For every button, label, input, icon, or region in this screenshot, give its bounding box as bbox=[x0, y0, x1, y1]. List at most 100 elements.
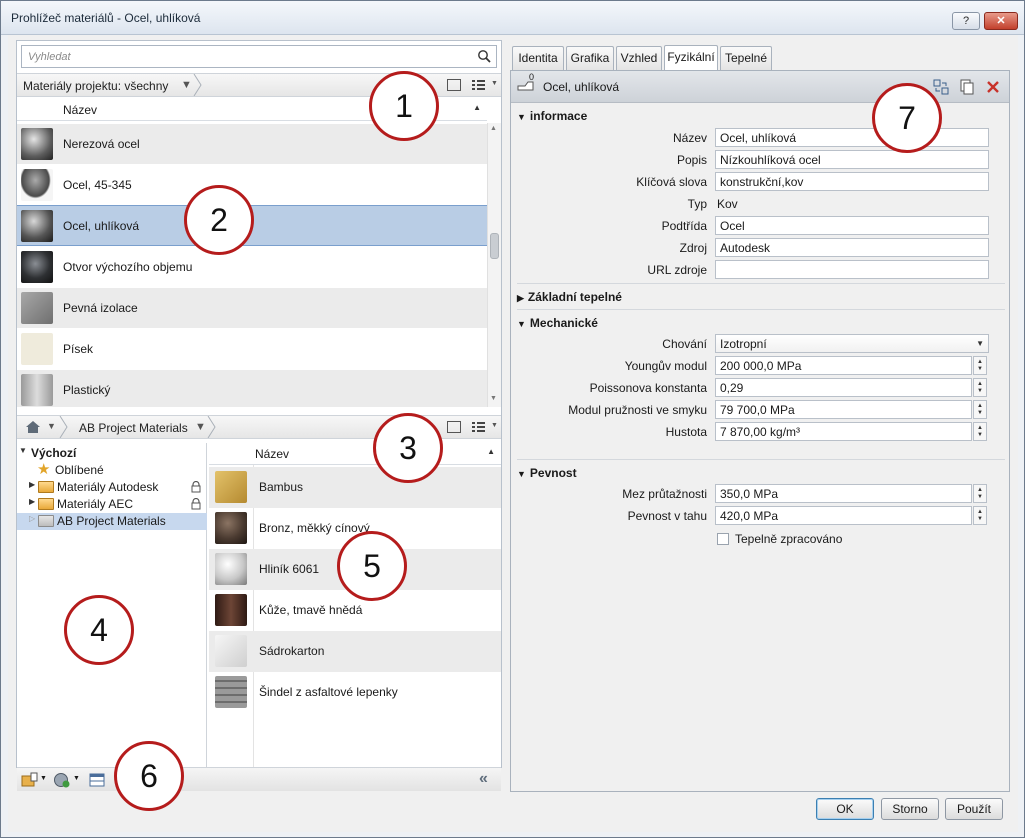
duplicate-asset-icon[interactable] bbox=[959, 79, 975, 95]
home-chevron-down-icon[interactable]: ▼ bbox=[47, 421, 56, 431]
step-up-icon[interactable]: ▲ bbox=[977, 403, 983, 409]
step-down-icon[interactable]: ▼ bbox=[977, 410, 983, 416]
chevron-down-icon[interactable]: ▼ bbox=[181, 79, 192, 91]
cancel-button[interactable]: Storno bbox=[881, 798, 939, 820]
material-swatch bbox=[21, 251, 53, 283]
tab-vzhled[interactable]: Vzhled bbox=[616, 46, 662, 70]
column-name-header[interactable]: Název bbox=[255, 447, 289, 461]
tab-grafika[interactable]: Grafika bbox=[566, 46, 614, 70]
title-bar[interactable]: Prohlížeč materiálů - Ocel, uhlíková ? ✕ bbox=[1, 1, 1024, 35]
step-up-icon[interactable]: ▲ bbox=[977, 487, 983, 493]
collapsed-triangle-icon[interactable]: ▶ bbox=[517, 293, 524, 303]
toggle-panel-icon[interactable] bbox=[447, 79, 461, 91]
view-options-chevron-icon[interactable]: ▼ bbox=[491, 422, 498, 429]
shear-modulus-stepper[interactable]: ▲ ▼ bbox=[973, 400, 987, 419]
list-item[interactable]: Sádrokarton bbox=[209, 631, 501, 672]
view-options-chevron-icon[interactable]: ▼ bbox=[491, 80, 498, 87]
tree-item-aec[interactable]: ▶ Materiály AEC bbox=[17, 496, 207, 513]
collapsed-triangle-icon[interactable]: ▶ bbox=[29, 497, 35, 506]
list-item[interactable]: Šindel z asfaltové lepenky bbox=[209, 672, 501, 713]
replace-asset-icon[interactable] bbox=[933, 79, 949, 95]
youngs-modulus-stepper[interactable]: ▲ ▼ bbox=[973, 356, 987, 375]
library-column-header[interactable]: Název ▲ bbox=[209, 443, 501, 465]
step-up-icon[interactable]: ▲ bbox=[977, 509, 983, 515]
tab-identita[interactable]: Identita bbox=[512, 46, 564, 70]
name-field[interactable]: Ocel, uhlíková bbox=[715, 128, 989, 147]
step-up-icon[interactable]: ▲ bbox=[977, 425, 983, 431]
keywords-field[interactable]: konstrukční,kov bbox=[715, 172, 989, 191]
poisson-ratio-field[interactable]: 0,29 bbox=[715, 378, 972, 397]
expanded-triangle-icon[interactable]: ▼ bbox=[517, 112, 526, 122]
list-view-icon[interactable] bbox=[471, 420, 487, 434]
chevron-down-icon[interactable]: ▼ bbox=[976, 339, 984, 348]
tensile-strength-stepper[interactable]: ▲ ▼ bbox=[973, 506, 987, 525]
collapsed-triangle-icon[interactable]: ▶ bbox=[29, 480, 35, 489]
density-stepper[interactable]: ▲ ▼ bbox=[973, 422, 987, 441]
yield-strength-stepper[interactable]: ▲ ▼ bbox=[973, 484, 987, 503]
source-url-field[interactable] bbox=[715, 260, 989, 279]
chevron-down-icon[interactable]: ▼ bbox=[40, 775, 47, 782]
list-item[interactable]: Ocel, 45-345 bbox=[17, 164, 487, 205]
asset-browser-icon[interactable] bbox=[89, 772, 105, 788]
list-item[interactable]: Plastický bbox=[17, 369, 487, 407]
chevron-down-icon[interactable]: ▼ bbox=[195, 421, 206, 433]
remove-asset-icon[interactable] bbox=[985, 79, 1001, 95]
toggle-panel-icon[interactable] bbox=[447, 421, 461, 433]
tree-item-ab-project[interactable]: ▷ AB Project Materials bbox=[17, 513, 207, 530]
tab-fyzikalni[interactable]: Fyzikální bbox=[664, 45, 718, 71]
ok-button[interactable]: OK bbox=[816, 798, 874, 820]
material-swatch bbox=[215, 553, 247, 585]
collapse-double-chevron-icon[interactable]: « bbox=[479, 770, 488, 788]
step-down-icon[interactable]: ▼ bbox=[977, 494, 983, 500]
tree-item-autodesk[interactable]: ▶ Materiály Autodesk bbox=[17, 479, 207, 496]
scrollbar-thumb[interactable] bbox=[490, 233, 499, 259]
subclass-field[interactable]: Ocel bbox=[715, 216, 989, 235]
yield-strength-field[interactable]: 350,0 MPa bbox=[715, 484, 972, 503]
list-item[interactable]: Otvor výchozího objemu bbox=[17, 246, 487, 287]
youngs-modulus-field[interactable]: 200 000,0 MPa bbox=[715, 356, 972, 375]
home-icon[interactable] bbox=[25, 420, 41, 434]
tab-tepelne[interactable]: Tepelné bbox=[720, 46, 772, 70]
step-up-icon[interactable]: ▲ bbox=[977, 359, 983, 365]
chevron-down-icon[interactable]: ▼ bbox=[73, 775, 80, 782]
step-down-icon[interactable]: ▼ bbox=[977, 432, 983, 438]
help-button[interactable]: ? bbox=[952, 12, 980, 30]
create-material-icon[interactable] bbox=[53, 772, 71, 788]
project-filter-breadcrumb[interactable]: Materiály projektu: všechny bbox=[23, 79, 168, 93]
behavior-select[interactable]: Izotropní ▼ bbox=[715, 334, 989, 353]
collapsed-triangle-icon[interactable]: ▷ bbox=[29, 514, 35, 523]
list-view-icon[interactable] bbox=[471, 78, 487, 92]
scroll-down-icon[interactable]: ▼ bbox=[490, 395, 497, 402]
scroll-up-icon[interactable]: ▲ bbox=[490, 125, 497, 132]
step-down-icon[interactable]: ▼ bbox=[977, 388, 983, 394]
poisson-ratio-stepper[interactable]: ▲ ▼ bbox=[973, 378, 987, 397]
density-field[interactable]: 7 870,00 kg/m³ bbox=[715, 422, 972, 441]
step-down-icon[interactable]: ▼ bbox=[977, 516, 983, 522]
close-window-button[interactable]: ✕ bbox=[984, 12, 1018, 30]
search-icon[interactable] bbox=[477, 49, 492, 64]
step-up-icon[interactable]: ▲ bbox=[977, 381, 983, 387]
list-item[interactable]: Bambus bbox=[209, 467, 501, 508]
search-input[interactable]: Vyhledat bbox=[21, 45, 497, 68]
source-field[interactable]: Autodesk bbox=[715, 238, 989, 257]
project-list-scrollbar[interactable]: ▲ ▼ bbox=[487, 123, 501, 407]
description-field[interactable]: Nízkouhlíková ocel bbox=[715, 150, 989, 169]
expanded-triangle-icon[interactable]: ▼ bbox=[517, 469, 526, 479]
expanded-triangle-icon[interactable]: ▼ bbox=[19, 446, 27, 455]
column-name-header[interactable]: Název bbox=[63, 103, 97, 117]
heat-treated-checkbox[interactable] bbox=[717, 533, 729, 545]
tensile-strength-field[interactable]: 420,0 MPa bbox=[715, 506, 972, 525]
section-informace[interactable]: ▼ informace bbox=[517, 109, 587, 123]
step-down-icon[interactable]: ▼ bbox=[977, 366, 983, 372]
library-breadcrumb[interactable]: AB Project Materials bbox=[79, 421, 188, 435]
apply-button[interactable]: Použít bbox=[945, 798, 1003, 820]
section-zakladni-tepelne[interactable]: ▶ Základní tepelné bbox=[517, 290, 622, 304]
section-mechanicke[interactable]: ▼ Mechanické bbox=[517, 316, 598, 330]
manage-library-icon[interactable] bbox=[21, 772, 39, 788]
shear-modulus-field[interactable]: 79 700,0 MPa bbox=[715, 400, 972, 419]
section-pevnost[interactable]: ▼ Pevnost bbox=[517, 466, 577, 480]
tree-item-favorites[interactable]: ★ Oblíbené bbox=[17, 461, 207, 479]
expanded-triangle-icon[interactable]: ▼ bbox=[517, 319, 526, 329]
list-item[interactable]: Písek bbox=[17, 328, 487, 369]
list-item[interactable]: Pevná izolace bbox=[17, 287, 487, 328]
